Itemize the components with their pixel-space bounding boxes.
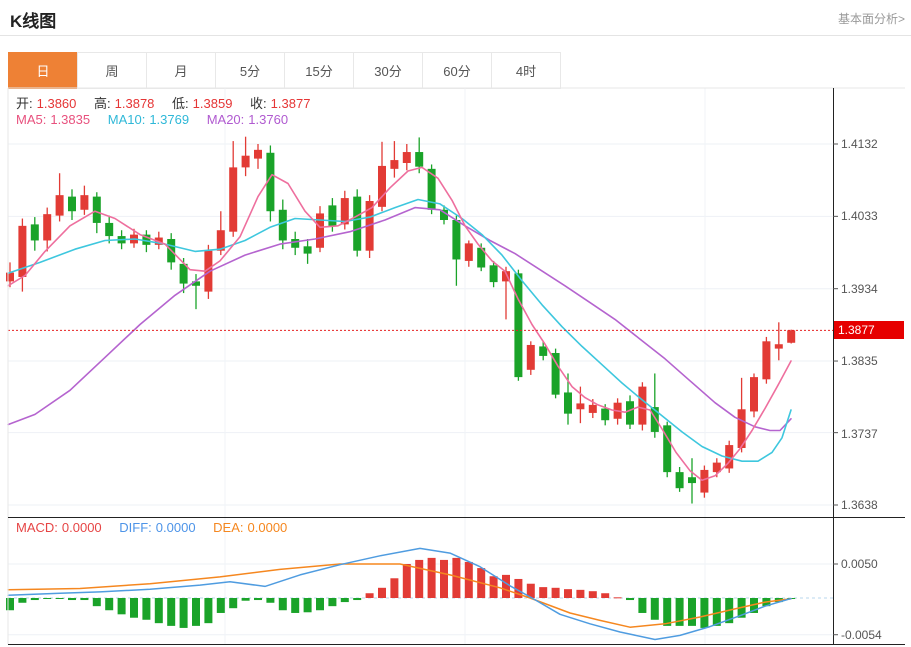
high-value: 1.3878 xyxy=(115,96,155,111)
ma10-value: 1.3769 xyxy=(149,112,189,127)
diff-value: 0.0000 xyxy=(156,520,196,535)
price-tick-1: 1.4132 xyxy=(841,137,878,151)
open-label: 开: xyxy=(16,96,33,111)
macd-tick-2: -0.0054 xyxy=(841,628,882,642)
ma10-label: MA10: xyxy=(108,112,146,127)
high-label: 高: xyxy=(94,96,111,111)
low-label: 低: xyxy=(172,96,189,111)
ma-legend: MA5: 1.3835 MA10:1.3769 MA20:1.3760 xyxy=(16,112,292,127)
macd-legend: MACD: 0.0000 DIFF: 0.0000 DEA: 0.0000 xyxy=(16,520,291,535)
dea-label: DEA: xyxy=(213,520,243,535)
price-tick-6: 1.3638 xyxy=(841,498,878,512)
ohlc-legend: 开: 1.3860 高: 1.3878 低: 1.3859 收: 1.3877 xyxy=(16,93,314,112)
current-price-tag: 1.3877 xyxy=(834,321,904,339)
dea-value: 0.0000 xyxy=(248,520,288,535)
close-value: 1.3877 xyxy=(271,96,311,111)
ma5-label: MA5: xyxy=(16,112,46,127)
price-tick-4: 1.3835 xyxy=(841,354,878,368)
price-tick-2: 1.4033 xyxy=(841,209,878,223)
close-label: 收: xyxy=(250,96,267,111)
ma5-value: 1.3835 xyxy=(50,112,90,127)
ma20-label: MA20: xyxy=(207,112,245,127)
diff-label: DIFF: xyxy=(119,520,152,535)
macd-tick-1: 0.0050 xyxy=(841,557,878,571)
price-tick-3: 1.3934 xyxy=(841,282,878,296)
macd-value: 0.0000 xyxy=(62,520,102,535)
kline-page: K线图 基本面分析> 日 周 月 5分 15分 30分 60分 4时 开:1.3… xyxy=(0,0,911,647)
open-value: 1.3860 xyxy=(37,96,77,111)
price-tick-5: 1.3737 xyxy=(841,427,878,441)
ma20-value: 1.3760 xyxy=(248,112,288,127)
low-value: 1.3859 xyxy=(193,96,233,111)
macd-label: MACD: xyxy=(16,520,58,535)
